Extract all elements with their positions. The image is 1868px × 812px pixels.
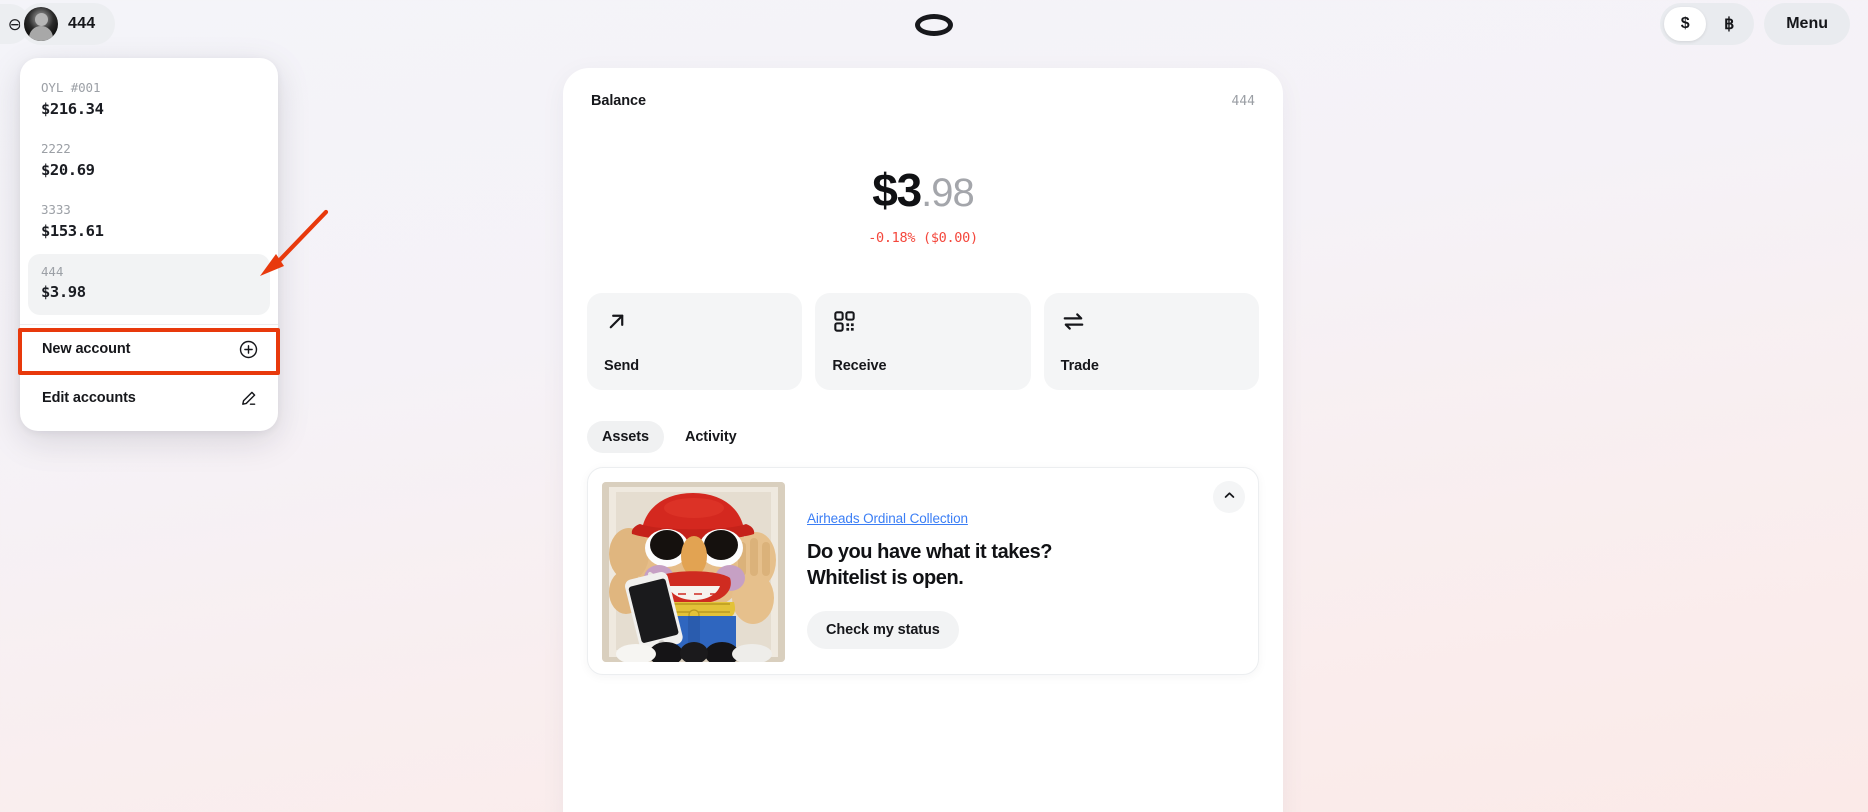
- account-list-item[interactable]: OYL #001 $216.34: [28, 70, 270, 131]
- menu-button[interactable]: Menu: [1764, 3, 1850, 45]
- account-list: OYL #001 $216.34 2222 $20.69 3333 $153.6…: [20, 70, 278, 315]
- edit-accounts-label: Edit accounts: [42, 390, 136, 407]
- quick-actions: Send Receive Trade: [563, 293, 1283, 390]
- check-my-status-button[interactable]: Check my status: [807, 611, 959, 649]
- pencil-icon: [239, 389, 258, 408]
- promo-title: Do you have what it takes? Whitelist is …: [807, 539, 1052, 591]
- account-name: 444: [41, 263, 64, 279]
- bitcoin-icon: ฿: [1724, 16, 1735, 33]
- plus-circle-icon: [239, 340, 258, 359]
- new-account-label: New account: [42, 341, 131, 358]
- qr-code-icon: [832, 309, 1013, 335]
- balance-amount: $3.98: [563, 167, 1283, 213]
- balance-change: -0.18% ($0.00): [868, 230, 978, 246]
- receive-label: Receive: [832, 358, 887, 374]
- account-balance: $20.69: [41, 160, 95, 179]
- edit-accounts-button[interactable]: Edit accounts: [20, 374, 278, 423]
- promo-collapse-button[interactable]: [1213, 481, 1245, 513]
- currency-toggle[interactable]: $ ฿: [1660, 3, 1755, 45]
- receive-button[interactable]: Receive: [815, 293, 1031, 390]
- account-balance: $3.98: [41, 283, 86, 302]
- currency-option-btc[interactable]: ฿: [1708, 7, 1750, 41]
- account-name: 2222: [41, 141, 71, 157]
- ellipse-ring-logo: [915, 14, 953, 36]
- current-account-label: 444: [68, 15, 96, 32]
- balance-title: Balance: [591, 93, 646, 109]
- wallet-main-panel: Balance 444 $3.98 -0.18% ($0.00) Send Re…: [563, 68, 1283, 812]
- account-name: 3333: [41, 202, 71, 218]
- balance-amount-whole: $3: [872, 164, 922, 216]
- tab-assets[interactable]: Assets: [587, 421, 664, 453]
- send-button[interactable]: Send: [587, 293, 803, 390]
- avatar: [24, 7, 58, 41]
- arrow-up-right-icon: [604, 309, 785, 335]
- chevron-up-icon: [1223, 489, 1236, 505]
- account-balance: $216.34: [41, 99, 104, 118]
- account-dropdown: OYL #001 $216.34 2222 $20.69 3333 $153.6…: [20, 58, 278, 431]
- account-list-item-selected[interactable]: 444 $3.98: [28, 253, 270, 315]
- account-list-item[interactable]: 2222 $20.69: [28, 131, 270, 192]
- account-list-item[interactable]: 3333 $153.61: [28, 192, 270, 253]
- account-balance: $153.61: [41, 222, 104, 241]
- trade-label: Trade: [1060, 358, 1099, 374]
- tab-assets-label: Assets: [602, 429, 649, 445]
- currency-option-usd[interactable]: $: [1664, 7, 1707, 41]
- tab-activity[interactable]: Activity: [670, 421, 752, 453]
- tab-activity-label: Activity: [684, 429, 737, 445]
- promo-title-line2: Whitelist is open.: [807, 567, 964, 589]
- promo-body: Airheads Ordinal Collection Do you have …: [807, 482, 1052, 660]
- airhead-figurine-thumbnail: [602, 482, 785, 662]
- send-label: Send: [604, 358, 640, 374]
- balance-header: Balance 444: [563, 68, 1283, 109]
- swap-arrows-icon: [1061, 309, 1242, 335]
- balance-account-label: 444: [1231, 94, 1255, 109]
- balance-amount-fraction: .98: [921, 171, 975, 215]
- trade-button[interactable]: Trade: [1043, 293, 1259, 390]
- account-name: OYL #001: [41, 80, 101, 95]
- top-bar: ⊖ 444 $ ฿ Menu: [0, 0, 1868, 48]
- top-right-controls: $ ฿ Menu: [1660, 3, 1850, 45]
- menu-button-label: Menu: [1786, 15, 1828, 32]
- promo-title-line1: Do you have what it takes?: [807, 541, 1053, 563]
- dollar-icon: $: [1680, 15, 1690, 32]
- new-account-button[interactable]: New account: [20, 325, 278, 374]
- account-switcher-button[interactable]: 444: [20, 3, 116, 45]
- promo-card: Airheads Ordinal Collection Do you have …: [587, 467, 1259, 675]
- content-tabs: Assets Activity: [563, 421, 1283, 453]
- promo-collection-link[interactable]: Airheads Ordinal Collection: [807, 511, 1052, 526]
